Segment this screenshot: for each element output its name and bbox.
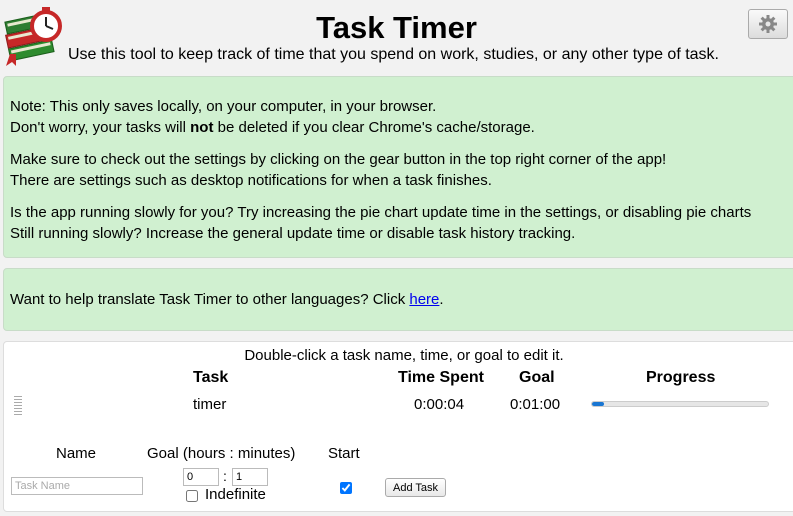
indefinite-checkbox[interactable] xyxy=(186,490,198,502)
settings-button[interactable] xyxy=(748,9,788,39)
goal-minutes-input[interactable] xyxy=(232,468,268,486)
goal-separator: : xyxy=(223,468,227,484)
new-task-goal-label: Goal (hours : minutes) xyxy=(147,445,296,462)
new-task-name-label: Name xyxy=(56,445,97,462)
note-line: Make sure to check out the settings by c… xyxy=(10,151,667,168)
task-time[interactable]: 0:00:04 xyxy=(414,396,464,413)
column-header-goal: Goal xyxy=(519,369,555,386)
add-task-button[interactable]: Add Task xyxy=(385,478,447,497)
indefinite-label: Indefinite xyxy=(205,486,266,503)
page-title: Task Timer xyxy=(316,10,477,45)
page-subtitle: Use this tool to keep track of time that… xyxy=(68,46,719,63)
task-table: Double-click a task name, time, or goal … xyxy=(3,341,793,512)
task-name-input[interactable] xyxy=(11,477,143,495)
note-line: Is the app running slowly for you? Try i… xyxy=(10,204,752,221)
new-task-start-label: Start xyxy=(328,445,360,462)
task-goal[interactable]: 0:01:00 xyxy=(510,396,560,413)
note-panel: Note: This only saves locally, on your c… xyxy=(3,76,793,258)
start-checkbox[interactable] xyxy=(340,482,352,494)
note-line: There are settings such as desktop notif… xyxy=(10,172,492,189)
translate-text: Want to help translate Task Timer to oth… xyxy=(10,291,410,308)
note-line: Still running slowly? Increase the gener… xyxy=(10,225,576,242)
task-name[interactable]: timer xyxy=(193,396,226,413)
progress-fill xyxy=(592,402,604,406)
edit-hint: Double-click a task name, time, or goal … xyxy=(244,347,564,364)
note-line: Don't worry, your tasks will not be dele… xyxy=(10,119,535,136)
gear-icon xyxy=(759,15,777,33)
column-header-task: Task xyxy=(193,369,229,386)
column-header-time: Time Spent xyxy=(398,369,484,386)
translate-panel: Want to help translate Task Timer to oth… xyxy=(3,268,793,331)
app-header: Task Timer Use this tool to keep track o… xyxy=(0,0,793,75)
drag-handle-icon[interactable] xyxy=(14,396,22,416)
goal-hours-input[interactable] xyxy=(183,468,219,486)
translate-link[interactable]: here xyxy=(409,291,439,308)
column-header-progress: Progress xyxy=(646,369,716,386)
task-progress-bar xyxy=(591,401,769,407)
note-line: Note: This only saves locally, on your c… xyxy=(10,98,437,115)
